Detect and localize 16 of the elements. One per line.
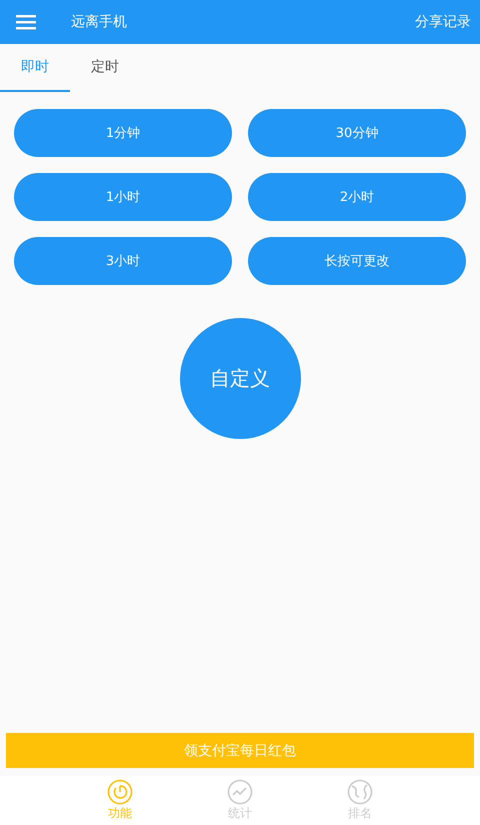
promo-banner[interactable]: 领支付宝每日红包 — [6, 733, 474, 768]
tab[interactable]: 即时 — [0, 44, 70, 92]
preset-button[interactable]: 30分钟 — [248, 109, 466, 157]
preset-button[interactable]: 1小时 — [14, 173, 232, 221]
custom-button[interactable]: 自定义 — [180, 318, 300, 439]
preset-button[interactable]: 长按可更改 — [248, 237, 466, 285]
nav-item[interactable]: 功能 — [92, 776, 148, 825]
tab[interactable]: 定时 — [70, 44, 140, 92]
timer-icon — [107, 779, 133, 805]
preset-button[interactable]: 3小时 — [14, 237, 232, 285]
menu-icon[interactable] — [16, 14, 36, 30]
preset-button[interactable]: 2小时 — [248, 173, 466, 221]
app-title: 远离手机 — [71, 13, 128, 31]
preset-button[interactable]: 1分钟 — [14, 109, 232, 157]
chart-icon — [227, 779, 253, 805]
share-history-link[interactable]: 分享记录 — [415, 13, 471, 31]
